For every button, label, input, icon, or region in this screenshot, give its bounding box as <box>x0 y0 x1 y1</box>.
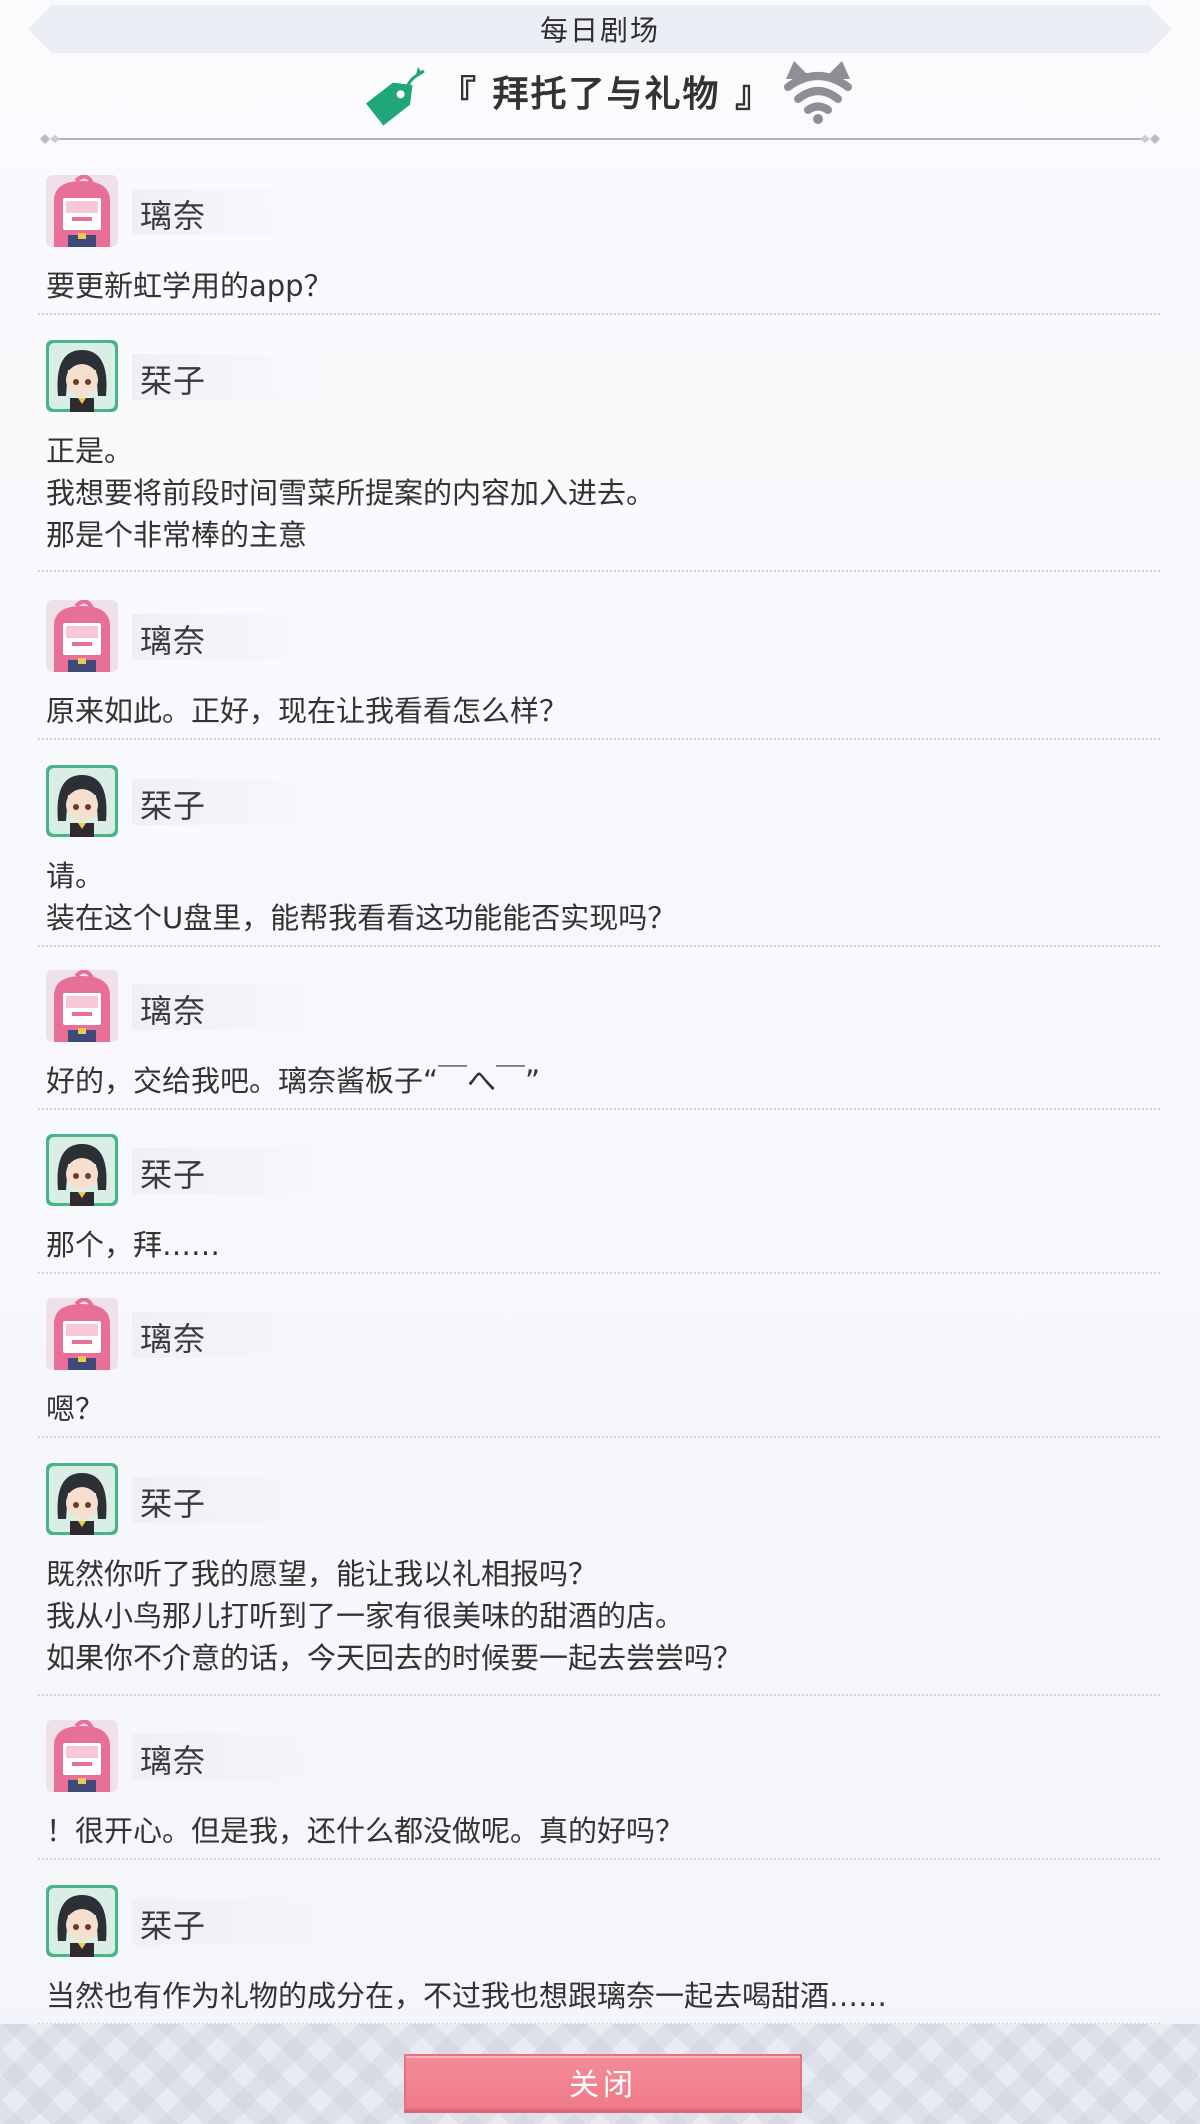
message-text: 当然也有作为礼物的成分在，不过我也想跟璃奈一起去喝甜酒…… <box>46 1975 1146 2017</box>
story-title: 『 拜托了与礼物 』 <box>440 74 774 115</box>
speaker-name: 栞子 <box>140 362 207 400</box>
message-divider <box>38 570 1160 572</box>
message-text: 好的，交给我吧。璃奈酱板子“￣へ￣” <box>46 1060 1146 1102</box>
speaker-name: 栞子 <box>140 1156 207 1194</box>
message-divider <box>38 313 1160 315</box>
dialogue-message: 璃奈好的，交给我吧。璃奈酱板子“￣へ￣” <box>38 970 1160 1110</box>
rina-avatar <box>46 1298 118 1370</box>
speaker-name: 栞子 <box>140 1485 207 1523</box>
dialogue-message: 璃奈嗯？ <box>38 1298 1160 1438</box>
message-line: 原来如此。正好，现在让我看看怎么样？ <box>46 694 569 728</box>
dialogue-message: 栞子那个，拜…… <box>38 1134 1160 1274</box>
message-line: 我想要将前段时间雪菜所提案的内容加入进去。 <box>46 476 656 510</box>
message-line: ！很开心。但是我，还什么都没做呢。真的好吗？ <box>46 1814 685 1848</box>
message-line: 装在这个U盘里，能帮我看看这功能能否实现吗？ <box>46 901 677 935</box>
speaker-name: 璃奈 <box>140 992 207 1030</box>
message-divider <box>38 738 1160 740</box>
tag-icon <box>366 67 425 126</box>
message-divider <box>38 1436 1160 1438</box>
dialogue-message: 栞子请。装在这个U盘里，能帮我看看这功能能否实现吗？ <box>38 765 1160 947</box>
message-text: 嗯？ <box>46 1388 1146 1430</box>
message-divider <box>38 1858 1160 1860</box>
message-divider <box>38 945 1160 947</box>
message-text: ！很开心。但是我，还什么都没做呢。真的好吗？ <box>46 1810 1146 1852</box>
message-line: 当然也有作为礼物的成分在，不过我也想跟璃奈一起去喝甜酒…… <box>46 1979 888 2013</box>
speaker-name: 璃奈 <box>140 1320 207 1358</box>
message-line: 如果你不介意的话，今天回去的时候要一起去尝尝吗？ <box>46 1641 743 1675</box>
message-text: 那个，拜…… <box>46 1224 1146 1266</box>
close-button[interactable]: 关闭 <box>404 2054 802 2110</box>
dialogue-message: 栞子 正是。我想要将前段时间雪菜所提案的内容加入进去。 那是个非常棒的主意 <box>38 340 1160 572</box>
message-line: 嗯？ <box>46 1392 105 1426</box>
wifi-cat-icon <box>784 61 852 124</box>
message-line: 正是。 <box>46 434 134 468</box>
shioriko-avatar <box>46 340 118 412</box>
message-divider <box>38 1108 1160 1110</box>
shioriko-avatar <box>46 1463 118 1535</box>
header-divider <box>40 134 1160 144</box>
dialogue-message: 璃奈要更新虹学用的app？ <box>38 175 1160 315</box>
page-title: 每日剧场 <box>539 14 660 47</box>
message-line: 那是个非常棒的主意 <box>46 518 308 552</box>
message-divider <box>38 1694 1160 1696</box>
dialogue-message: 栞子当然也有作为礼物的成分在，不过我也想跟璃奈一起去喝甜酒…… <box>38 1885 1160 2025</box>
shioriko-avatar <box>46 1134 118 1206</box>
message-text: 正是。我想要将前段时间雪菜所提案的内容加入进去。 那是个非常棒的主意 <box>46 430 1146 556</box>
header-band: 每日剧场 <box>28 5 1172 53</box>
speaker-name: 璃奈 <box>140 622 207 660</box>
dialogue-message: 璃奈 ！很开心。但是我，还什么都没做呢。真的好吗？ <box>38 1720 1160 1860</box>
speaker-name: 璃奈 <box>140 197 207 235</box>
shioriko-avatar <box>46 1885 118 1957</box>
rina-avatar <box>46 600 118 672</box>
message-text: 要更新虹学用的app？ <box>46 265 1146 307</box>
speaker-name: 栞子 <box>140 1907 207 1945</box>
dialogue-message: 璃奈原来如此。正好，现在让我看看怎么样？ <box>38 600 1160 740</box>
message-line: 我从小鸟那儿打听到了一家有很美味的甜酒的店。 <box>46 1599 685 1633</box>
speaker-name: 栞子 <box>140 787 207 825</box>
footer: 关闭 <box>0 2024 1200 2124</box>
message-line: 既然你听了我的愿望，能让我以礼相报吗？ <box>46 1557 598 1591</box>
message-line: 要更新虹学用的app？ <box>46 269 333 303</box>
story-title-row: 『 拜托了与礼物 』 <box>0 55 1200 135</box>
speaker-name: 璃奈 <box>140 1742 207 1780</box>
rina-avatar <box>46 970 118 1042</box>
rina-avatar <box>46 1720 118 1792</box>
dialogue-message: 栞子既然你听了我的愿望，能让我以礼相报吗？ 我从小鸟那儿打听到了一家有很美味的甜酒… <box>38 1463 1160 1696</box>
message-line: 好的，交给我吧。璃奈酱板子“￣へ￣” <box>46 1064 541 1098</box>
message-text: 请。装在这个U盘里，能帮我看看这功能能否实现吗？ <box>46 855 1146 939</box>
rina-avatar <box>46 175 118 247</box>
shioriko-avatar <box>46 765 118 837</box>
message-line: 请。 <box>46 859 105 893</box>
message-divider <box>38 1272 1160 1274</box>
message-text: 既然你听了我的愿望，能让我以礼相报吗？ 我从小鸟那儿打听到了一家有很美味的甜酒的店… <box>46 1553 1146 1679</box>
daily-theater-panel: 每日剧场 『 拜托了与礼物 』 璃奈 要更新虹学用的app？ 栞子 正是。 我想要将前段… <box>0 0 1200 2124</box>
message-text: 原来如此。正好，现在让我看看怎么样？ <box>46 690 1146 732</box>
message-line: 那个，拜…… <box>46 1228 221 1262</box>
